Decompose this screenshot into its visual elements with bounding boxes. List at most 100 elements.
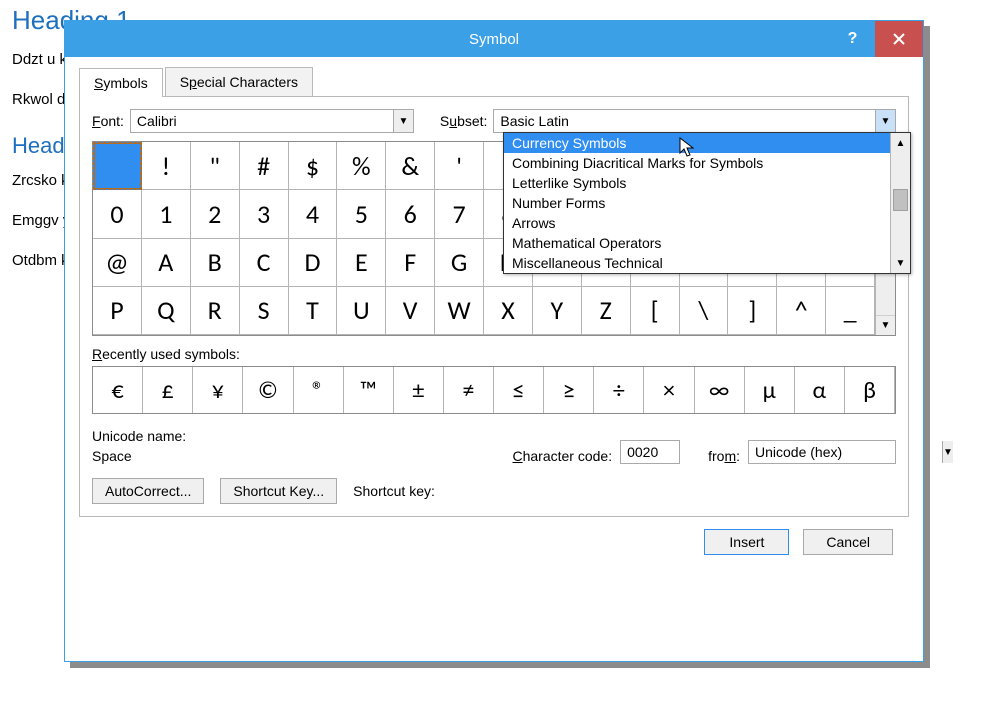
recent-symbol-cell[interactable]: ≠ (444, 367, 494, 413)
recent-symbol-cell[interactable]: × (644, 367, 694, 413)
character-cell[interactable]: # (240, 142, 289, 190)
cancel-button[interactable]: Cancel (803, 529, 893, 555)
character-cell[interactable]: 3 (240, 190, 289, 238)
recent-symbol-cell[interactable]: ≤ (494, 367, 544, 413)
character-cell[interactable]: A (142, 239, 191, 287)
subset-combo[interactable]: ▼ (493, 109, 896, 133)
shortcut-key-button[interactable]: Shortcut Key... (220, 478, 337, 504)
character-cell[interactable]: \ (680, 287, 729, 335)
recent-symbol-cell[interactable]: α (795, 367, 845, 413)
recent-symbol-cell[interactable]: ® (294, 367, 344, 413)
character-cell[interactable]: T (289, 287, 338, 335)
dropdown-scroll-thumb[interactable] (893, 189, 908, 211)
subset-option[interactable]: Miscellaneous Technical (504, 253, 890, 273)
font-input[interactable] (131, 110, 393, 132)
subset-option[interactable]: Currency Symbols (504, 133, 890, 153)
from-input[interactable] (749, 441, 942, 463)
recent-symbol-cell[interactable]: ¥ (193, 367, 243, 413)
recent-symbol-cell[interactable]: ≥ (544, 367, 594, 413)
autocorrect-button[interactable]: AutoCorrect... (92, 478, 204, 504)
close-button[interactable] (875, 21, 923, 57)
recent-symbol-cell[interactable]: ± (394, 367, 444, 413)
character-cell[interactable]: E (337, 239, 386, 287)
character-cell[interactable]: D (289, 239, 338, 287)
unicode-name-value: Space (92, 448, 186, 464)
character-cell[interactable]: P (93, 287, 142, 335)
character-cell[interactable]: S (240, 287, 289, 335)
font-combo[interactable]: ▼ (130, 109, 414, 133)
recent-symbol-cell[interactable]: µ (745, 367, 795, 413)
recent-symbol-cell[interactable]: β (845, 367, 895, 413)
close-icon (893, 33, 905, 45)
character-cell[interactable]: % (337, 142, 386, 190)
dropdown-scroll-up[interactable]: ▲ (891, 133, 910, 153)
recent-symbol-cell[interactable]: © (243, 367, 293, 413)
character-cell[interactable]: 6 (386, 190, 435, 238)
subset-dropdown-button[interactable]: ▼ (875, 110, 895, 132)
character-cell[interactable]: 2 (191, 190, 240, 238)
recent-symbol-cell[interactable]: ™ (344, 367, 394, 413)
symbol-dialog: Symbol ? Symbols Special Characters Font… (64, 20, 924, 662)
dialog-title: Symbol (158, 31, 830, 48)
character-cell[interactable]: 4 (289, 190, 338, 238)
scroll-down-button[interactable]: ▼ (876, 315, 895, 335)
character-cell[interactable]: _ (826, 287, 875, 335)
character-cell[interactable]: V (386, 287, 435, 335)
character-cell[interactable]: [ (631, 287, 680, 335)
character-cell[interactable]: C (240, 239, 289, 287)
dialog-body: Symbols Special Characters Font: ▼ Subse… (65, 57, 923, 661)
dropdown-scrollbar[interactable]: ▲ ▼ (890, 133, 910, 273)
character-cell[interactable]: " (191, 142, 240, 190)
insert-button[interactable]: Insert (704, 529, 789, 555)
charcode-input[interactable] (620, 440, 680, 464)
character-cell[interactable]: ] (728, 287, 777, 335)
dropdown-scroll-track[interactable] (891, 153, 910, 253)
character-cell[interactable]: $ (289, 142, 338, 190)
subset-option[interactable]: Mathematical Operators (504, 233, 890, 253)
subset-option[interactable]: Number Forms (504, 193, 890, 213)
subset-dropdown-list[interactable]: Currency SymbolsCombining Diacritical Ma… (503, 132, 911, 274)
from-dropdown-button[interactable]: ▼ (942, 441, 953, 463)
recent-label: Recently used symbols: (92, 346, 896, 362)
character-cell[interactable]: Q (142, 287, 191, 335)
recent-symbols-row[interactable]: €£¥©®™±≠≤≥÷×∞µαβ (92, 366, 896, 414)
character-cell[interactable]: @ (93, 239, 142, 287)
shortcut-key-label: Shortcut key: (353, 483, 435, 499)
from-combo[interactable]: ▼ (748, 440, 896, 464)
recent-symbol-cell[interactable]: ∞ (695, 367, 745, 413)
recent-symbol-cell[interactable]: ÷ (594, 367, 644, 413)
help-button[interactable]: ? (830, 21, 875, 57)
character-cell[interactable]: R (191, 287, 240, 335)
character-cell[interactable]: & (386, 142, 435, 190)
font-dropdown-button[interactable]: ▼ (393, 110, 413, 132)
tab-symbols[interactable]: Symbols (79, 68, 163, 97)
recent-symbol-cell[interactable]: £ (143, 367, 193, 413)
tab-special-characters[interactable]: Special Characters (165, 67, 313, 96)
character-cell[interactable]: F (386, 239, 435, 287)
dropdown-scroll-down[interactable]: ▼ (891, 253, 910, 273)
character-cell[interactable]: G (435, 239, 484, 287)
subset-option[interactable]: Letterlike Symbols (504, 173, 890, 193)
character-cell[interactable]: 0 (93, 190, 142, 238)
subset-input[interactable] (494, 110, 875, 132)
dialog-button-row: Insert Cancel (79, 517, 909, 555)
character-cell[interactable]: ! (142, 142, 191, 190)
character-cell[interactable] (93, 142, 142, 190)
character-cell[interactable]: Y (533, 287, 582, 335)
character-cell[interactable]: W (435, 287, 484, 335)
character-cell[interactable]: 5 (337, 190, 386, 238)
character-cell[interactable]: 1 (142, 190, 191, 238)
character-cell[interactable]: ' (435, 142, 484, 190)
charcode-label: Character code: (512, 448, 612, 464)
character-cell[interactable]: Z (582, 287, 631, 335)
font-label: Font: (92, 113, 124, 129)
dialog-titlebar: Symbol ? (65, 21, 923, 57)
character-cell[interactable]: ^ (777, 287, 826, 335)
character-cell[interactable]: B (191, 239, 240, 287)
character-cell[interactable]: U (337, 287, 386, 335)
character-cell[interactable]: X (484, 287, 533, 335)
subset-option[interactable]: Combining Diacritical Marks for Symbols (504, 153, 890, 173)
character-cell[interactable]: 7 (435, 190, 484, 238)
recent-symbol-cell[interactable]: € (93, 367, 143, 413)
subset-option[interactable]: Arrows (504, 213, 890, 233)
